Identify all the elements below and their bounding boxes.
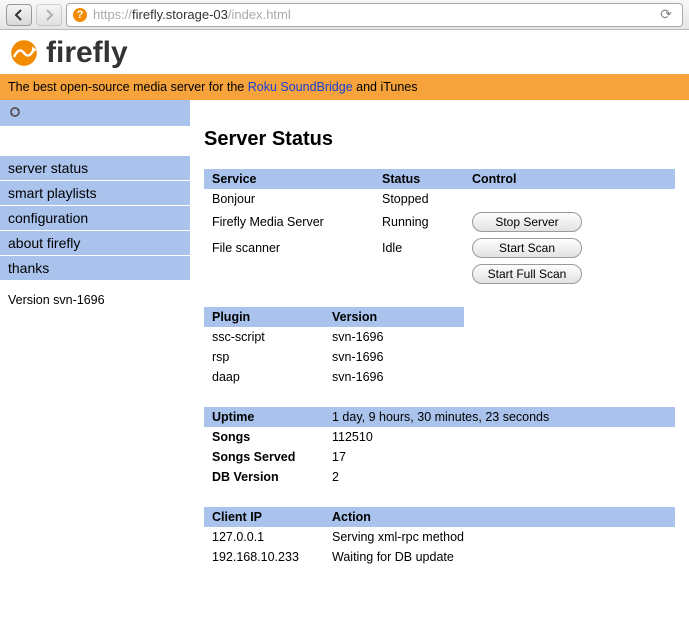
tagline-post: and iTunes: [353, 80, 418, 94]
app-header: firefly: [0, 30, 689, 74]
client-ip: 192.168.10.233: [204, 547, 324, 567]
table-row: Start Full Scan: [204, 261, 675, 287]
forward-button[interactable]: [36, 4, 62, 26]
plugin-name: daap: [204, 367, 324, 387]
clients-col-ip: Client IP: [204, 507, 324, 527]
services-col-service: Service: [204, 169, 374, 189]
table-row: rspsvn-1696: [204, 347, 464, 367]
services-col-status: Status: [374, 169, 464, 189]
service-status: Stopped: [374, 189, 464, 209]
site-info-icon[interactable]: ?: [73, 8, 87, 22]
reload-icon[interactable]: ⟳: [656, 6, 676, 23]
table-row: Songs112510: [204, 427, 675, 447]
sidebar: server status smart playlists configurat…: [0, 100, 190, 607]
back-button[interactable]: [6, 4, 32, 26]
sidebar-item-configuration[interactable]: configuration: [0, 206, 190, 231]
sidebar-item-server-status[interactable]: server status: [0, 156, 190, 181]
stat-val: 112510: [324, 427, 675, 447]
services-table: Service Status Control Bonjour Stopped F…: [204, 169, 675, 287]
service-name: File scanner: [204, 235, 374, 261]
stop-server-button[interactable]: Stop Server: [472, 212, 582, 232]
client-ip: 127.0.0.1: [204, 527, 324, 547]
table-row: Bonjour Stopped: [204, 189, 675, 209]
sidebar-nav: server status smart playlists configurat…: [0, 156, 190, 281]
service-status: Idle: [374, 235, 464, 261]
plugin-version: svn-1696: [324, 367, 464, 387]
tagline-pre: The best open-source media server for th…: [8, 80, 248, 94]
clients-col-action: Action: [324, 507, 675, 527]
app-title: firefly: [46, 36, 128, 70]
service-status: Running: [374, 209, 464, 235]
service-name: Firefly Media Server: [204, 209, 374, 235]
sidebar-refresh-row: [0, 100, 190, 126]
start-scan-button[interactable]: Start Scan: [472, 238, 582, 258]
stat-key: Songs: [204, 427, 324, 447]
services-col-control: Control: [464, 169, 675, 189]
table-row: 127.0.0.1Serving xml-rpc method: [204, 527, 675, 547]
stat-key: Uptime: [204, 407, 324, 427]
stats-table: Uptime 1 day, 9 hours, 30 minutes, 23 se…: [204, 407, 675, 487]
sidebar-item-smart-playlists[interactable]: smart playlists: [0, 181, 190, 206]
stat-val: 1 day, 9 hours, 30 minutes, 23 seconds: [324, 407, 675, 427]
start-full-scan-button[interactable]: Start Full Scan: [472, 264, 582, 284]
refresh-icon[interactable]: [8, 105, 22, 122]
plugin-version: svn-1696: [324, 327, 464, 347]
plugins-col-version: Version: [324, 307, 464, 327]
plugin-version: svn-1696: [324, 347, 464, 367]
client-action: Serving xml-rpc method: [324, 527, 675, 547]
stat-key: DB Version: [204, 467, 324, 487]
main-content: Server Status Service Status Control Bon…: [190, 100, 689, 607]
url-text: https://firefly.storage-03/index.html: [93, 7, 291, 22]
firefly-logo-icon: [8, 37, 40, 69]
table-row: File scanner Idle Start Scan: [204, 235, 675, 261]
table-row: Songs Served17: [204, 447, 675, 467]
table-row: ssc-scriptsvn-1696: [204, 327, 464, 347]
table-row: Firefly Media Server Running Stop Server: [204, 209, 675, 235]
tagline-bar: The best open-source media server for th…: [0, 74, 689, 100]
client-action: Waiting for DB update: [324, 547, 675, 567]
plugins-col-plugin: Plugin: [204, 307, 324, 327]
table-row: DB Version2: [204, 467, 675, 487]
browser-toolbar: ? https://firefly.storage-03/index.html …: [0, 0, 689, 30]
clients-table: Client IP Action 127.0.0.1Serving xml-rp…: [204, 507, 675, 567]
table-row: daapsvn-1696: [204, 367, 464, 387]
address-bar[interactable]: ? https://firefly.storage-03/index.html …: [66, 3, 683, 27]
sidebar-version: Version svn-1696: [0, 281, 190, 319]
plugin-name: ssc-script: [204, 327, 324, 347]
stat-val: 17: [324, 447, 675, 467]
plugins-table: Plugin Version ssc-scriptsvn-1696 rspsvn…: [204, 307, 464, 387]
page-title: Server Status: [204, 128, 675, 151]
stat-val: 2: [324, 467, 675, 487]
stat-key: Songs Served: [204, 447, 324, 467]
service-name: Bonjour: [204, 189, 374, 209]
plugin-name: rsp: [204, 347, 324, 367]
table-row: 192.168.10.233Waiting for DB update: [204, 547, 675, 567]
sidebar-item-thanks[interactable]: thanks: [0, 256, 190, 281]
tagline-link[interactable]: Roku SoundBridge: [248, 80, 353, 94]
sidebar-item-about-firefly[interactable]: about firefly: [0, 231, 190, 256]
